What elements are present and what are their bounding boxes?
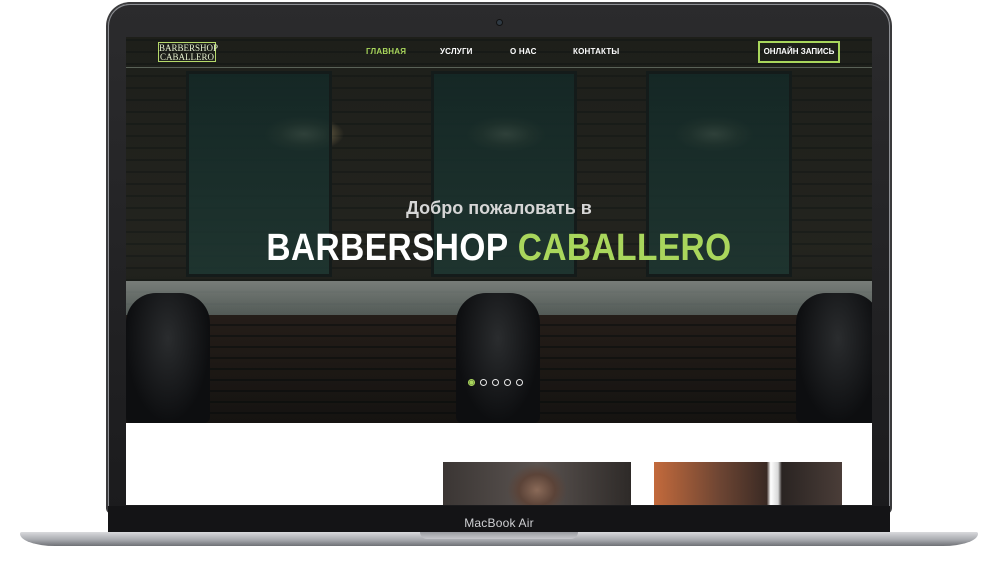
webcam-icon — [497, 20, 502, 25]
slider-dot[interactable] — [480, 379, 487, 386]
nav-link-home[interactable]: ГЛАВНАЯ — [366, 47, 406, 56]
slider-dot[interactable] — [504, 379, 511, 386]
nav-link-about[interactable]: О НАС — [510, 47, 537, 56]
laptop-hinge-notch — [420, 532, 578, 539]
barber-chair — [456, 293, 540, 423]
online-booking-button[interactable]: ОНЛАЙН ЗАПИСЬ — [758, 41, 840, 63]
slider-dot[interactable] — [468, 379, 475, 386]
hero-section: BARBERSHOP CABALLERO ГЛАВНАЯ УСЛУГИ О НА… — [126, 37, 872, 423]
hero-title-green: CABALLERO — [517, 227, 732, 269]
hero-title: BARBERSHOP CABALLERO — [171, 227, 827, 270]
hero-welcome-text: Добро пожаловать в — [406, 198, 592, 218]
slider-dot[interactable] — [492, 379, 499, 386]
logo-line2: CABALLERO — [160, 52, 214, 62]
site-logo[interactable]: BARBERSHOP CABALLERO — [158, 42, 218, 62]
top-navigation: BARBERSHOP CABALLERO ГЛАВНАЯ УСЛУГИ О НА… — [126, 37, 872, 68]
browser-viewport: BARBERSHOP CABALLERO ГЛАВНАЯ УСЛУГИ О НА… — [126, 37, 872, 505]
nav-link-services[interactable]: УСЛУГИ — [440, 47, 473, 56]
nav-link-contacts[interactable]: КОНТАКТЫ — [573, 47, 619, 56]
barber-chair — [796, 293, 872, 423]
gallery-image-comb[interactable] — [654, 462, 842, 505]
gallery-image-barber[interactable] — [443, 462, 631, 505]
slider-dot[interactable] — [516, 379, 523, 386]
device-label: MacBook Air — [464, 516, 534, 530]
slider-pagination — [468, 379, 523, 389]
hero-title-white: BARBERSHOP — [266, 227, 508, 269]
barber-chair — [126, 293, 210, 423]
